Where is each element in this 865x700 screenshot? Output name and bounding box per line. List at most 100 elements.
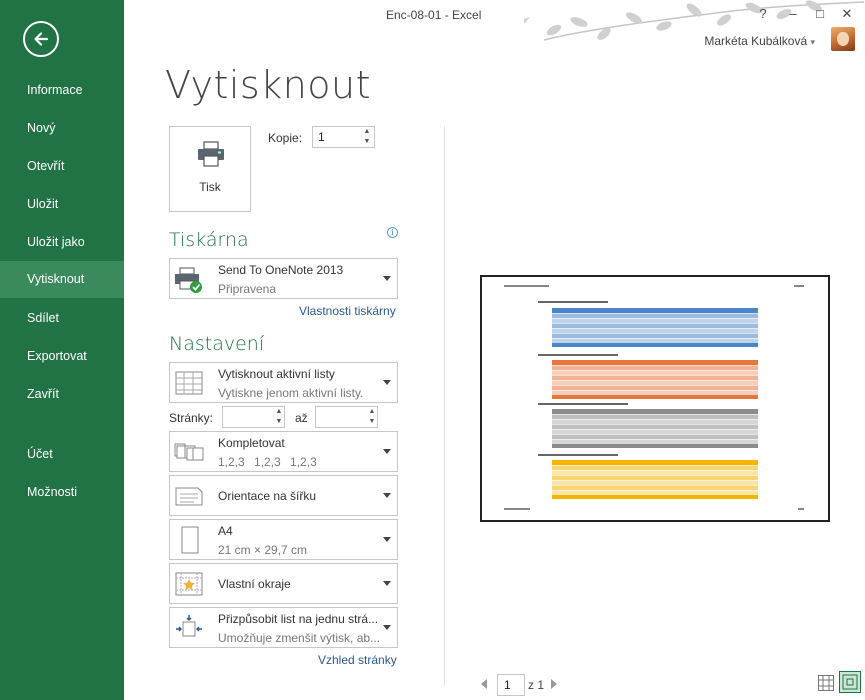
zoom-to-page-button[interactable] xyxy=(839,671,861,693)
next-page-button[interactable] xyxy=(551,679,557,689)
sidebar-item-zavrit[interactable]: Zavřít xyxy=(0,376,124,412)
previous-page-button[interactable] xyxy=(481,679,487,689)
preview-table-row xyxy=(552,390,758,395)
collate-label: Kompletovat xyxy=(218,436,285,450)
sidebar-item-otevrit[interactable]: Otevřít xyxy=(0,148,124,184)
preview-table-row xyxy=(552,439,758,444)
back-button[interactable] xyxy=(23,21,59,57)
printer-select[interactable]: Send To OneNote 2013 Připravena xyxy=(169,258,398,299)
page-count: z 1 xyxy=(528,678,545,692)
preview-table xyxy=(552,460,758,499)
orientation-label: Orientace na šířku xyxy=(218,489,317,503)
user-name: Markéta Kubálková xyxy=(704,34,808,48)
sidebar-item-ulozit[interactable]: Uložit xyxy=(0,186,124,222)
preview-table-row xyxy=(552,490,758,495)
preview-table-row xyxy=(552,338,758,343)
collate-icon xyxy=(174,443,204,460)
margins-grid-icon xyxy=(819,676,833,690)
chevron-down-icon xyxy=(383,275,391,281)
preview-table-caption xyxy=(538,301,608,303)
sidebar-item-exportovat[interactable]: Exportovat xyxy=(0,338,124,374)
preview-table xyxy=(552,360,758,399)
window-title: Enc-08-01 - Excel xyxy=(386,8,482,22)
maximize-button[interactable]: □ xyxy=(811,6,829,21)
pages-to-down-icon[interactable]: ▼ xyxy=(366,417,378,427)
paper-size-desc: 21 cm × 29,7 cm xyxy=(218,543,308,557)
copies-up-icon[interactable]: ▲ xyxy=(361,127,373,137)
panel-divider xyxy=(444,126,445,686)
pages-from-up-icon[interactable]: ▲ xyxy=(273,407,285,417)
print-what-label: Vytisknout aktivní listy xyxy=(218,367,335,381)
print-preview xyxy=(480,275,830,522)
preview-table xyxy=(552,409,758,448)
preview-table-caption xyxy=(538,354,618,356)
settings-heading: Nastavení xyxy=(169,333,265,355)
preview-header-left xyxy=(504,285,549,287)
page-size-icon xyxy=(181,526,199,553)
zoom-page-icon xyxy=(842,674,858,690)
print-button-label: Tisk xyxy=(199,180,221,194)
minimize-button[interactable]: – xyxy=(784,6,802,21)
show-margins-button[interactable] xyxy=(818,675,834,691)
scaling-select[interactable]: Přizpůsobit list na jednu strá... Umožňu… xyxy=(169,607,398,648)
sidebar-item-moznosti[interactable]: Možnosti xyxy=(0,474,124,510)
excel-backstage-print: Informace Nový Otevřít Uložit Uložit jak… xyxy=(0,0,865,700)
preview-table-total xyxy=(552,444,758,448)
collate-select[interactable]: Kompletovat 1,2,3 1,2,3 1,2,3 xyxy=(169,431,398,472)
chevron-down-icon xyxy=(383,580,391,586)
sidebar-item-sdilet[interactable]: Sdílet xyxy=(0,300,124,336)
chevron-down-icon: ▾ xyxy=(810,37,815,47)
orientation-select[interactable]: Orientace na šířku xyxy=(169,475,398,516)
sidebar-item-vytisknout[interactable]: Vytisknout xyxy=(0,261,124,298)
margins-select[interactable]: Vlastní okraje xyxy=(169,563,398,604)
printer-heading: Tiskárna xyxy=(169,229,249,251)
print-what-select[interactable]: Vytisknout aktivní listy Vytiskne jenom … xyxy=(169,362,398,403)
sidebar-item-novy[interactable]: Nový xyxy=(0,110,124,146)
preview-footer-right xyxy=(798,508,804,510)
arrow-left-icon xyxy=(34,32,49,46)
sheet-grid-icon xyxy=(175,371,203,394)
copies-label: Kopie: xyxy=(268,131,303,145)
sidebar-item-ucet[interactable]: Účet xyxy=(0,436,124,472)
printer-ready-icon xyxy=(175,267,202,293)
paper-size-label: A4 xyxy=(218,524,233,538)
chevron-down-icon xyxy=(383,448,391,454)
page-setup-link[interactable]: Vzhled stránky xyxy=(318,653,397,667)
close-button[interactable]: ✕ xyxy=(838,6,856,22)
custom-margins-icon xyxy=(175,572,203,595)
pages-label: Stránky: xyxy=(169,411,214,425)
pages-to-label: až xyxy=(295,411,308,425)
paper-size-select[interactable]: A4 21 cm × 29,7 cm xyxy=(169,519,398,560)
sidebar-item-ulozit-jako[interactable]: Uložit jako xyxy=(0,224,124,260)
chevron-down-icon xyxy=(383,492,391,498)
pages-from-down-icon[interactable]: ▼ xyxy=(273,417,285,427)
preview-table-caption xyxy=(538,403,628,405)
margins-label: Vlastní okraje xyxy=(218,577,291,591)
copies-down-icon[interactable]: ▼ xyxy=(361,137,373,147)
printer-status: Připravena xyxy=(218,282,277,296)
info-icon[interactable]: i xyxy=(387,227,398,238)
printer-name: Send To OneNote 2013 xyxy=(218,263,344,277)
title-bar: Enc-08-01 - Excel ? – □ ✕ xyxy=(124,0,865,41)
landscape-page-icon xyxy=(175,487,203,505)
avatar[interactable] xyxy=(831,27,855,51)
collate-desc: 1,2,3 1,2,3 1,2,3 xyxy=(218,455,317,469)
preview-table-caption xyxy=(538,454,618,456)
pages-to-up-icon[interactable]: ▲ xyxy=(366,407,378,417)
preview-table xyxy=(552,308,758,347)
sidebar-item-informace[interactable]: Informace xyxy=(0,72,124,108)
scaling-desc: Umožňuje zmenšit výtisk, ab... xyxy=(218,631,381,645)
scaling-label: Přizpůsobit list na jednu strá... xyxy=(218,612,379,626)
preview-table-total xyxy=(552,395,758,399)
chevron-down-icon xyxy=(383,624,391,630)
preview-table-total xyxy=(552,343,758,347)
chevron-down-icon xyxy=(383,379,391,385)
user-account[interactable]: Markéta Kubálková ▾ xyxy=(704,34,815,48)
help-button[interactable]: ? xyxy=(754,6,772,21)
printer-properties-link[interactable]: Vlastnosti tiskárny xyxy=(299,304,396,318)
print-button[interactable]: Tisk xyxy=(169,126,251,212)
page-title: Vytisknout xyxy=(165,63,372,107)
page-number-input[interactable]: 1 xyxy=(497,674,525,696)
print-what-desc: Vytiskne jenom aktivní listy. xyxy=(218,386,364,400)
preview-footer-left xyxy=(504,508,530,510)
